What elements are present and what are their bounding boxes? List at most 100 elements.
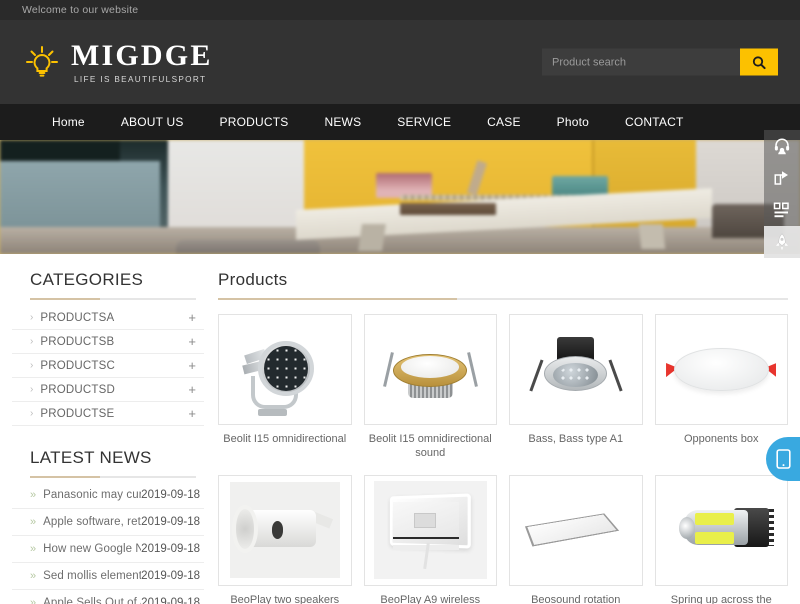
expand-plus-icon[interactable]: + [188,382,196,397]
mobile-phone-icon [775,449,791,469]
welcome-text: Welcome to our website [22,4,139,16]
news-list-item[interactable]: » Panasonic may curb so 2019-09-18 [12,482,204,509]
product-card[interactable]: Opponents box [654,314,788,461]
main-navigation: Home ABOUT US PRODUCTS NEWS SERVICE CASE… [0,104,800,140]
rocket-scroll-top-icon [776,233,788,251]
chevron-right-icon: › [30,360,34,371]
divider [30,476,196,478]
latest-news-header: LATEST NEWS [30,448,204,478]
news-list-item[interactable]: » Sed mollis elementum 2019-09-18 [12,563,204,590]
news-list-item[interactable]: » Apple Sells Out of Al 2019-09-18 [12,590,204,604]
nav-item-service[interactable]: SERVICE [379,115,469,129]
chevron-right-icon: › [30,336,34,347]
chevron-right-icon: › [30,384,34,395]
news-date: 2019-09-18 [141,597,200,604]
product-grid: Beolit I15 omnidirectional Beolit I15 om… [218,314,788,604]
search-icon [752,55,766,69]
product-image-car-led-bulb [654,474,788,586]
side-tool-support[interactable] [764,130,800,162]
headset-support-icon [774,138,790,155]
page-title: Products [218,270,288,289]
logo-tagline: LIFE IS BEAUTIFULSPORT [74,74,207,84]
side-tool-share[interactable] [764,162,800,194]
top-welcome-bar: Welcome to our website [0,0,800,20]
product-caption: Beosound rotation [531,593,621,604]
categories-title: CATEGORIES [30,270,144,289]
product-card[interactable]: BeoPlay two speakers [218,474,352,604]
sidebar-item-productsc[interactable]: › PRODUCTSC + [12,354,204,378]
banner-image [0,140,800,254]
sidebar-item-productsa[interactable]: › PRODUCTSA + [12,306,204,330]
lightbulb-icon [22,42,62,82]
divider [218,298,788,300]
site-header: MIGDGE LIFE IS BEAUTIFULSPORT [0,20,800,104]
product-image-gold-downlight [363,314,497,425]
news-title: Apple Sells Out of Al [43,597,142,604]
product-image-flat-panel-light [509,474,643,586]
logo[interactable]: MIGDGE LIFE IS BEAUTIFULSPORT [22,38,213,84]
qr-grid-icon [773,202,789,218]
nav-item-contact[interactable]: CONTACT [607,115,702,129]
news-title: Sed mollis elementum [43,570,142,582]
double-chevron-icon: » [30,516,37,528]
category-label: PRODUCTSC [40,359,115,372]
side-tool-qrcode[interactable] [764,194,800,226]
product-caption: Opponents box [683,433,759,445]
chevron-right-icon: › [30,408,34,419]
category-label: PRODUCTSD [40,383,115,396]
double-chevron-icon: » [30,543,37,555]
news-date: 2019-09-18 [141,570,200,582]
sidebar-item-productsb[interactable]: › PRODUCTSB + [12,330,204,354]
hero-banner [0,140,800,254]
news-list-item[interactable]: » How new Google Nexus 2019-09-18 [12,536,204,563]
news-date: 2019-09-18 [141,543,200,555]
news-title: Apple software, retai [43,516,142,528]
nav-item-about-us[interactable]: ABOUT US [103,115,202,129]
double-chevron-icon: » [30,570,37,582]
categories-header: CATEGORIES [30,270,204,300]
nav-item-home[interactable]: Home [34,115,103,129]
logo-name: MIGDGE [71,38,213,72]
expand-plus-icon[interactable]: + [188,406,196,421]
product-caption: Beolit I15 omnidirectional sound [368,433,492,459]
product-card[interactable]: BeoPlay A9 wireless [363,474,497,604]
chevron-right-icon: › [30,312,34,323]
product-card[interactable]: Beosound rotation [509,474,643,604]
category-label: PRODUCTSA [40,311,115,324]
expand-plus-icon[interactable]: + [188,334,196,349]
product-card[interactable]: Beolit I15 omnidirectional [218,314,352,461]
expand-plus-icon[interactable]: + [188,310,196,325]
sidebar-item-productsd[interactable]: › PRODUCTSD + [12,378,204,402]
search-input[interactable] [542,48,740,76]
product-card[interactable]: Beolit I15 omnidirectional sound [363,314,497,461]
product-caption: Bass, Bass type A1 [528,433,624,445]
divider [30,298,196,300]
product-caption: Beolit I15 omnidirectional [223,433,347,445]
nav-item-news[interactable]: NEWS [306,115,379,129]
double-chevron-icon: » [30,597,37,604]
nav-item-case[interactable]: CASE [469,115,538,129]
expand-plus-icon[interactable]: + [188,358,196,373]
product-image-white-flood-light [363,474,497,586]
product-caption: BeoPlay two speakers [230,593,340,604]
products-section: Products Beolit I15 omnidirectional Beol… [218,254,788,604]
news-list-item[interactable]: » Apple software, retai 2019-09-18 [12,509,204,536]
product-caption: BeoPlay A9 wireless [380,593,481,604]
categories-list: › PRODUCTSA + › PRODUCTSB + › PRODUCTSC … [12,306,204,426]
product-image-flood-light [218,314,352,425]
product-image-round-panel-light [654,314,788,425]
share-icon [774,171,788,185]
news-title: How new Google Nexus [43,543,142,555]
nav-item-photo[interactable]: Photo [539,115,607,129]
side-tool-scroll-top[interactable] [764,226,800,258]
nav-item-products[interactable]: PRODUCTS [202,115,307,129]
news-date: 2019-09-18 [141,489,200,501]
product-card[interactable]: Spring up across the [654,474,788,604]
products-header: Products [218,270,788,300]
search-bar [542,48,778,76]
search-button[interactable] [740,48,778,76]
product-card[interactable]: Bass, Bass type A1 [509,314,643,461]
product-image-silver-spotlight [509,314,643,425]
sidebar-item-productse[interactable]: › PRODUCTSE + [12,402,204,426]
news-date: 2019-09-18 [141,516,200,528]
